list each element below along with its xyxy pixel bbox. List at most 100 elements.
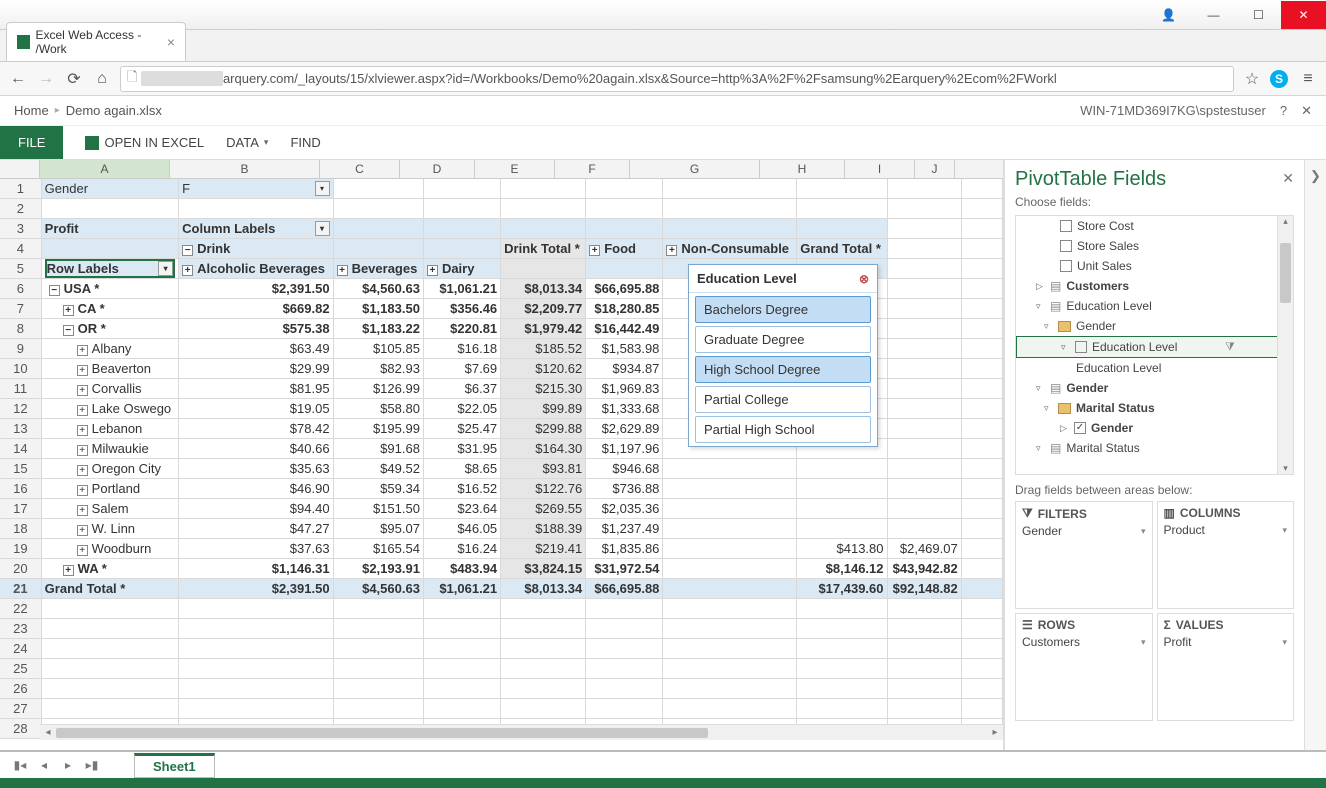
expand-icon[interactable]: + xyxy=(77,385,88,396)
data-cell[interactable] xyxy=(797,499,887,519)
collapse-icon[interactable]: ▿ xyxy=(1061,342,1070,353)
row-label[interactable]: +CA * xyxy=(41,299,178,319)
sheet-tab[interactable]: Sheet1 xyxy=(134,753,215,778)
row-header[interactable]: 28 xyxy=(0,719,41,739)
data-cell[interactable]: $6.37 xyxy=(423,379,500,399)
data-cell[interactable]: $215.30 xyxy=(501,379,586,399)
chrome-menu-button[interactable]: ≡ xyxy=(1298,69,1318,89)
checkbox-icon[interactable] xyxy=(1060,260,1072,272)
data-cell[interactable]: $2,391.50 xyxy=(179,279,333,299)
row-header[interactable]: 6 xyxy=(0,279,41,299)
field-marital-folder[interactable]: ▿Marital Status xyxy=(1016,398,1293,418)
field-list[interactable]: Store Cost Store Sales Unit Sales ▷▤Cust… xyxy=(1015,215,1294,475)
collapse-sidebar-button[interactable]: ❯ xyxy=(1304,160,1326,778)
slicer-item[interactable]: High School Degree xyxy=(695,356,871,383)
data-cell[interactable]: $2,035.36 xyxy=(586,499,663,519)
data-cell[interactable] xyxy=(663,539,797,559)
data-cell[interactable]: $2,209.77 xyxy=(501,299,586,319)
expand-icon[interactable]: + xyxy=(589,245,600,256)
data-cell[interactable]: $1,333.68 xyxy=(586,399,663,419)
expand-icon[interactable]: + xyxy=(63,565,74,576)
data-cell[interactable]: $18,280.85 xyxy=(586,299,663,319)
close-window-button[interactable]: ✕ xyxy=(1281,1,1326,29)
data-cell[interactable]: $269.55 xyxy=(501,499,586,519)
data-cell[interactable]: $46.05 xyxy=(423,519,500,539)
data-cell[interactable]: $3,824.15 xyxy=(501,559,586,579)
row-label[interactable]: +W. Linn xyxy=(41,519,178,539)
maximize-button[interactable]: ☐ xyxy=(1236,1,1281,29)
filter-icon[interactable]: ⧩ xyxy=(1225,341,1235,354)
data-cell[interactable]: $91.68 xyxy=(333,439,423,459)
expand-icon[interactable]: + xyxy=(77,425,88,436)
data-cell[interactable]: $120.62 xyxy=(501,359,586,379)
checkbox-icon[interactable] xyxy=(1060,220,1072,232)
field-unit-sales[interactable]: Unit Sales xyxy=(1016,256,1293,276)
expand-icon[interactable]: + xyxy=(77,485,88,496)
row-label[interactable]: +Portland xyxy=(41,479,178,499)
collapse-icon[interactable]: ▿ xyxy=(1036,443,1045,454)
row-label[interactable]: +Woodburn xyxy=(41,539,178,559)
home-button[interactable]: ⌂ xyxy=(92,69,112,89)
row-header[interactable]: 4 xyxy=(0,239,41,259)
data-cell[interactable]: $35.63 xyxy=(179,459,333,479)
field-gender-attr[interactable]: ▷Gender⧩ xyxy=(1016,418,1293,438)
row-header[interactable]: 24 xyxy=(0,639,41,659)
row-header[interactable]: 9 xyxy=(0,339,41,359)
data-cell[interactable]: $2,469.07 xyxy=(887,539,961,559)
scroll-track[interactable] xyxy=(56,727,987,739)
data-cell[interactable]: $8.65 xyxy=(423,459,500,479)
expand-icon[interactable]: + xyxy=(337,265,348,276)
sheet-nav-first[interactable]: ▮◂ xyxy=(8,758,32,772)
data-cell[interactable]: $46.90 xyxy=(179,479,333,499)
data-cell[interactable]: $946.68 xyxy=(586,459,663,479)
help-button[interactable]: ? xyxy=(1280,103,1287,118)
expand-icon[interactable]: + xyxy=(77,525,88,536)
collapse-icon[interactable]: − xyxy=(49,285,60,296)
browser-tab[interactable]: Excel Web Access - /Work × xyxy=(6,22,186,61)
slicer-clear-filter-icon[interactable]: ⊗ xyxy=(859,272,869,286)
scroll-right-icon[interactable]: ▸ xyxy=(987,727,1003,738)
data-cell[interactable]: $219.41 xyxy=(501,539,586,559)
data-cell[interactable]: $1,146.31 xyxy=(179,559,333,579)
row-label[interactable]: +Beaverton xyxy=(41,359,178,379)
row-header[interactable]: 23 xyxy=(0,619,41,639)
row-label[interactable]: +Albany xyxy=(41,339,178,359)
data-cell[interactable]: $188.39 xyxy=(501,519,586,539)
collapse-icon[interactable]: − xyxy=(63,325,74,336)
data-cell[interactable]: $195.99 xyxy=(333,419,423,439)
close-panel-button[interactable]: ✕ xyxy=(1301,103,1312,119)
breadcrumb-home[interactable]: Home xyxy=(14,103,49,118)
checkbox-icon[interactable] xyxy=(1060,240,1072,252)
data-cell[interactable]: $736.88 xyxy=(586,479,663,499)
col-header-G[interactable]: G xyxy=(630,160,760,178)
filter-dropdown-icon[interactable]: ▾ xyxy=(315,181,330,196)
dropdown-icon[interactable]: ▾ xyxy=(1282,525,1287,536)
expand-icon[interactable]: + xyxy=(666,245,677,256)
row-header[interactable]: 18 xyxy=(0,519,41,539)
slicer-education-level[interactable]: Education Level ⊗ Bachelors DegreeGradua… xyxy=(688,264,878,447)
forward-button[interactable]: → xyxy=(36,69,56,89)
filter-item-gender[interactable]: Gender▾ xyxy=(1022,523,1146,539)
bookmark-star-icon[interactable]: ☆ xyxy=(1242,69,1262,89)
sheet-nav-last[interactable]: ▸▮ xyxy=(80,758,104,772)
row-header[interactable]: 10 xyxy=(0,359,41,379)
row-header[interactable]: 12 xyxy=(0,399,41,419)
col-header-B[interactable]: B xyxy=(170,160,320,178)
area-rows[interactable]: ☰ROWS Customers▾ xyxy=(1015,613,1153,721)
data-cell[interactable] xyxy=(797,519,887,539)
col-header-I[interactable]: I xyxy=(845,160,915,178)
row-header[interactable]: 17 xyxy=(0,499,41,519)
fieldlist-scrollbar[interactable]: ▴▾ xyxy=(1277,216,1293,474)
row-label[interactable]: −USA * xyxy=(41,279,178,299)
slicer-item[interactable]: Partial College xyxy=(695,386,871,413)
data-tab[interactable]: DATA ▾ xyxy=(226,135,268,150)
dropdown-icon[interactable]: ▾ xyxy=(1141,526,1146,537)
data-cell[interactable]: $1,969.83 xyxy=(586,379,663,399)
data-cell[interactable]: $483.94 xyxy=(423,559,500,579)
data-cell[interactable]: $165.54 xyxy=(333,539,423,559)
collapse-icon[interactable]: − xyxy=(182,245,193,256)
minimize-button[interactable]: — xyxy=(1191,1,1236,29)
row-label[interactable]: +Milwaukie xyxy=(41,439,178,459)
row-header[interactable]: 26 xyxy=(0,679,41,699)
data-cell[interactable] xyxy=(663,559,797,579)
